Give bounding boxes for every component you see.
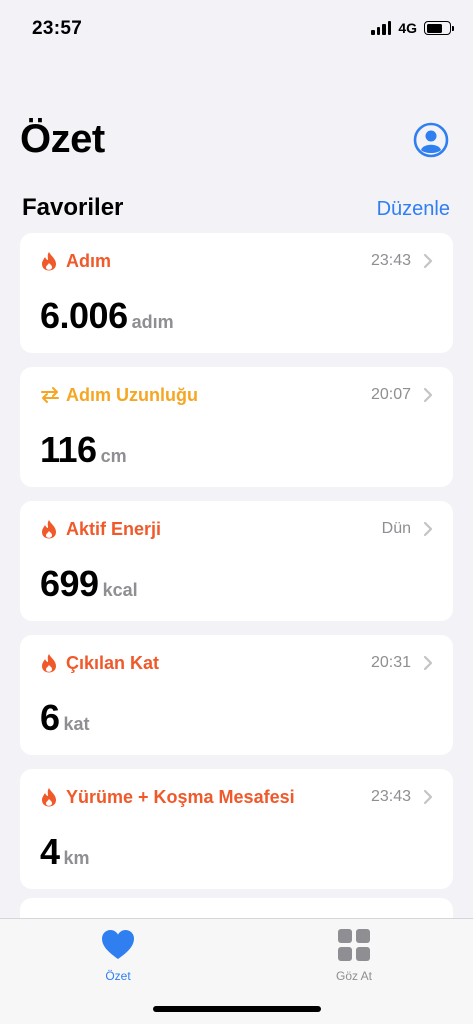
- chevron-right-icon: [423, 253, 433, 269]
- signal-icon: [371, 21, 392, 35]
- card-walking-running-distance[interactable]: Yürüme + Koşma Mesafesi 23:43 4 km: [20, 769, 453, 889]
- card-unit: km: [63, 848, 90, 868]
- card-time: 20:31: [370, 654, 411, 671]
- chevron-right-icon: [423, 789, 433, 805]
- status-indicators: 4G: [371, 20, 454, 36]
- section-title: Favoriler: [22, 194, 124, 221]
- status-time: 23:57: [32, 18, 83, 39]
- card-value: 6.006: [40, 295, 128, 336]
- card-flights-climbed[interactable]: Çıkılan Kat 20:31 6 kat: [20, 635, 453, 755]
- flame-icon: [40, 652, 60, 674]
- status-bar: 23:57 4G: [0, 0, 473, 60]
- card-unit: kat: [63, 714, 90, 734]
- card-value: 4: [40, 831, 60, 872]
- card-value: 699: [40, 563, 99, 604]
- heart-icon: [102, 930, 134, 959]
- profile-button[interactable]: [413, 122, 449, 158]
- battery-icon: [424, 21, 454, 35]
- favorites-list: Adım 23:43 6.006 adım Adım Uzunluğu 20:0…: [20, 233, 453, 889]
- card-value: 116: [40, 429, 97, 470]
- flame-icon: [40, 518, 60, 540]
- card-unit: cm: [100, 446, 127, 466]
- card-title: Adım Uzunluğu: [66, 384, 198, 405]
- page-title: Özet: [20, 117, 105, 161]
- card-time: 20:07: [370, 386, 411, 403]
- card-title: Çıkılan Kat: [66, 652, 160, 673]
- card-title: Yürüme + Koşma Mesafesi: [66, 786, 295, 807]
- flame-icon: [40, 250, 60, 272]
- tab-label: Göz At: [335, 969, 373, 983]
- card-step-length[interactable]: Adım Uzunluğu 20:07 116 cm: [20, 367, 453, 487]
- network-type: 4G: [398, 20, 417, 36]
- tab-label: Özet: [105, 969, 131, 983]
- edit-button[interactable]: Düzenle: [377, 198, 450, 221]
- card-time: 23:43: [370, 252, 411, 269]
- tab-browse[interactable]: Göz At: [294, 927, 414, 983]
- card-steps[interactable]: Adım 23:43 6.006 adım: [20, 233, 453, 353]
- card-unit: adım: [131, 312, 174, 332]
- card-value: 6: [40, 697, 60, 738]
- favorites-header: Favoriler Düzenle: [22, 194, 450, 222]
- card-active-energy[interactable]: Aktif Enerji Dün 699 kcal: [20, 501, 453, 621]
- arrows-icon: [40, 384, 60, 406]
- chevron-right-icon: [423, 387, 433, 403]
- card-unit: kcal: [102, 580, 138, 600]
- card-title: Aktif Enerji: [66, 518, 162, 539]
- chevron-right-icon: [423, 521, 433, 537]
- flame-icon: [40, 786, 60, 808]
- card-time: 23:43: [370, 788, 411, 805]
- chevron-right-icon: [423, 655, 433, 671]
- tab-summary[interactable]: Özet: [58, 927, 178, 983]
- grid-icon: [338, 929, 370, 961]
- home-indicator: [153, 1006, 321, 1012]
- card-title: Adım: [66, 250, 111, 271]
- card-time: Dün: [381, 520, 411, 537]
- person-circle-icon: [413, 122, 449, 158]
